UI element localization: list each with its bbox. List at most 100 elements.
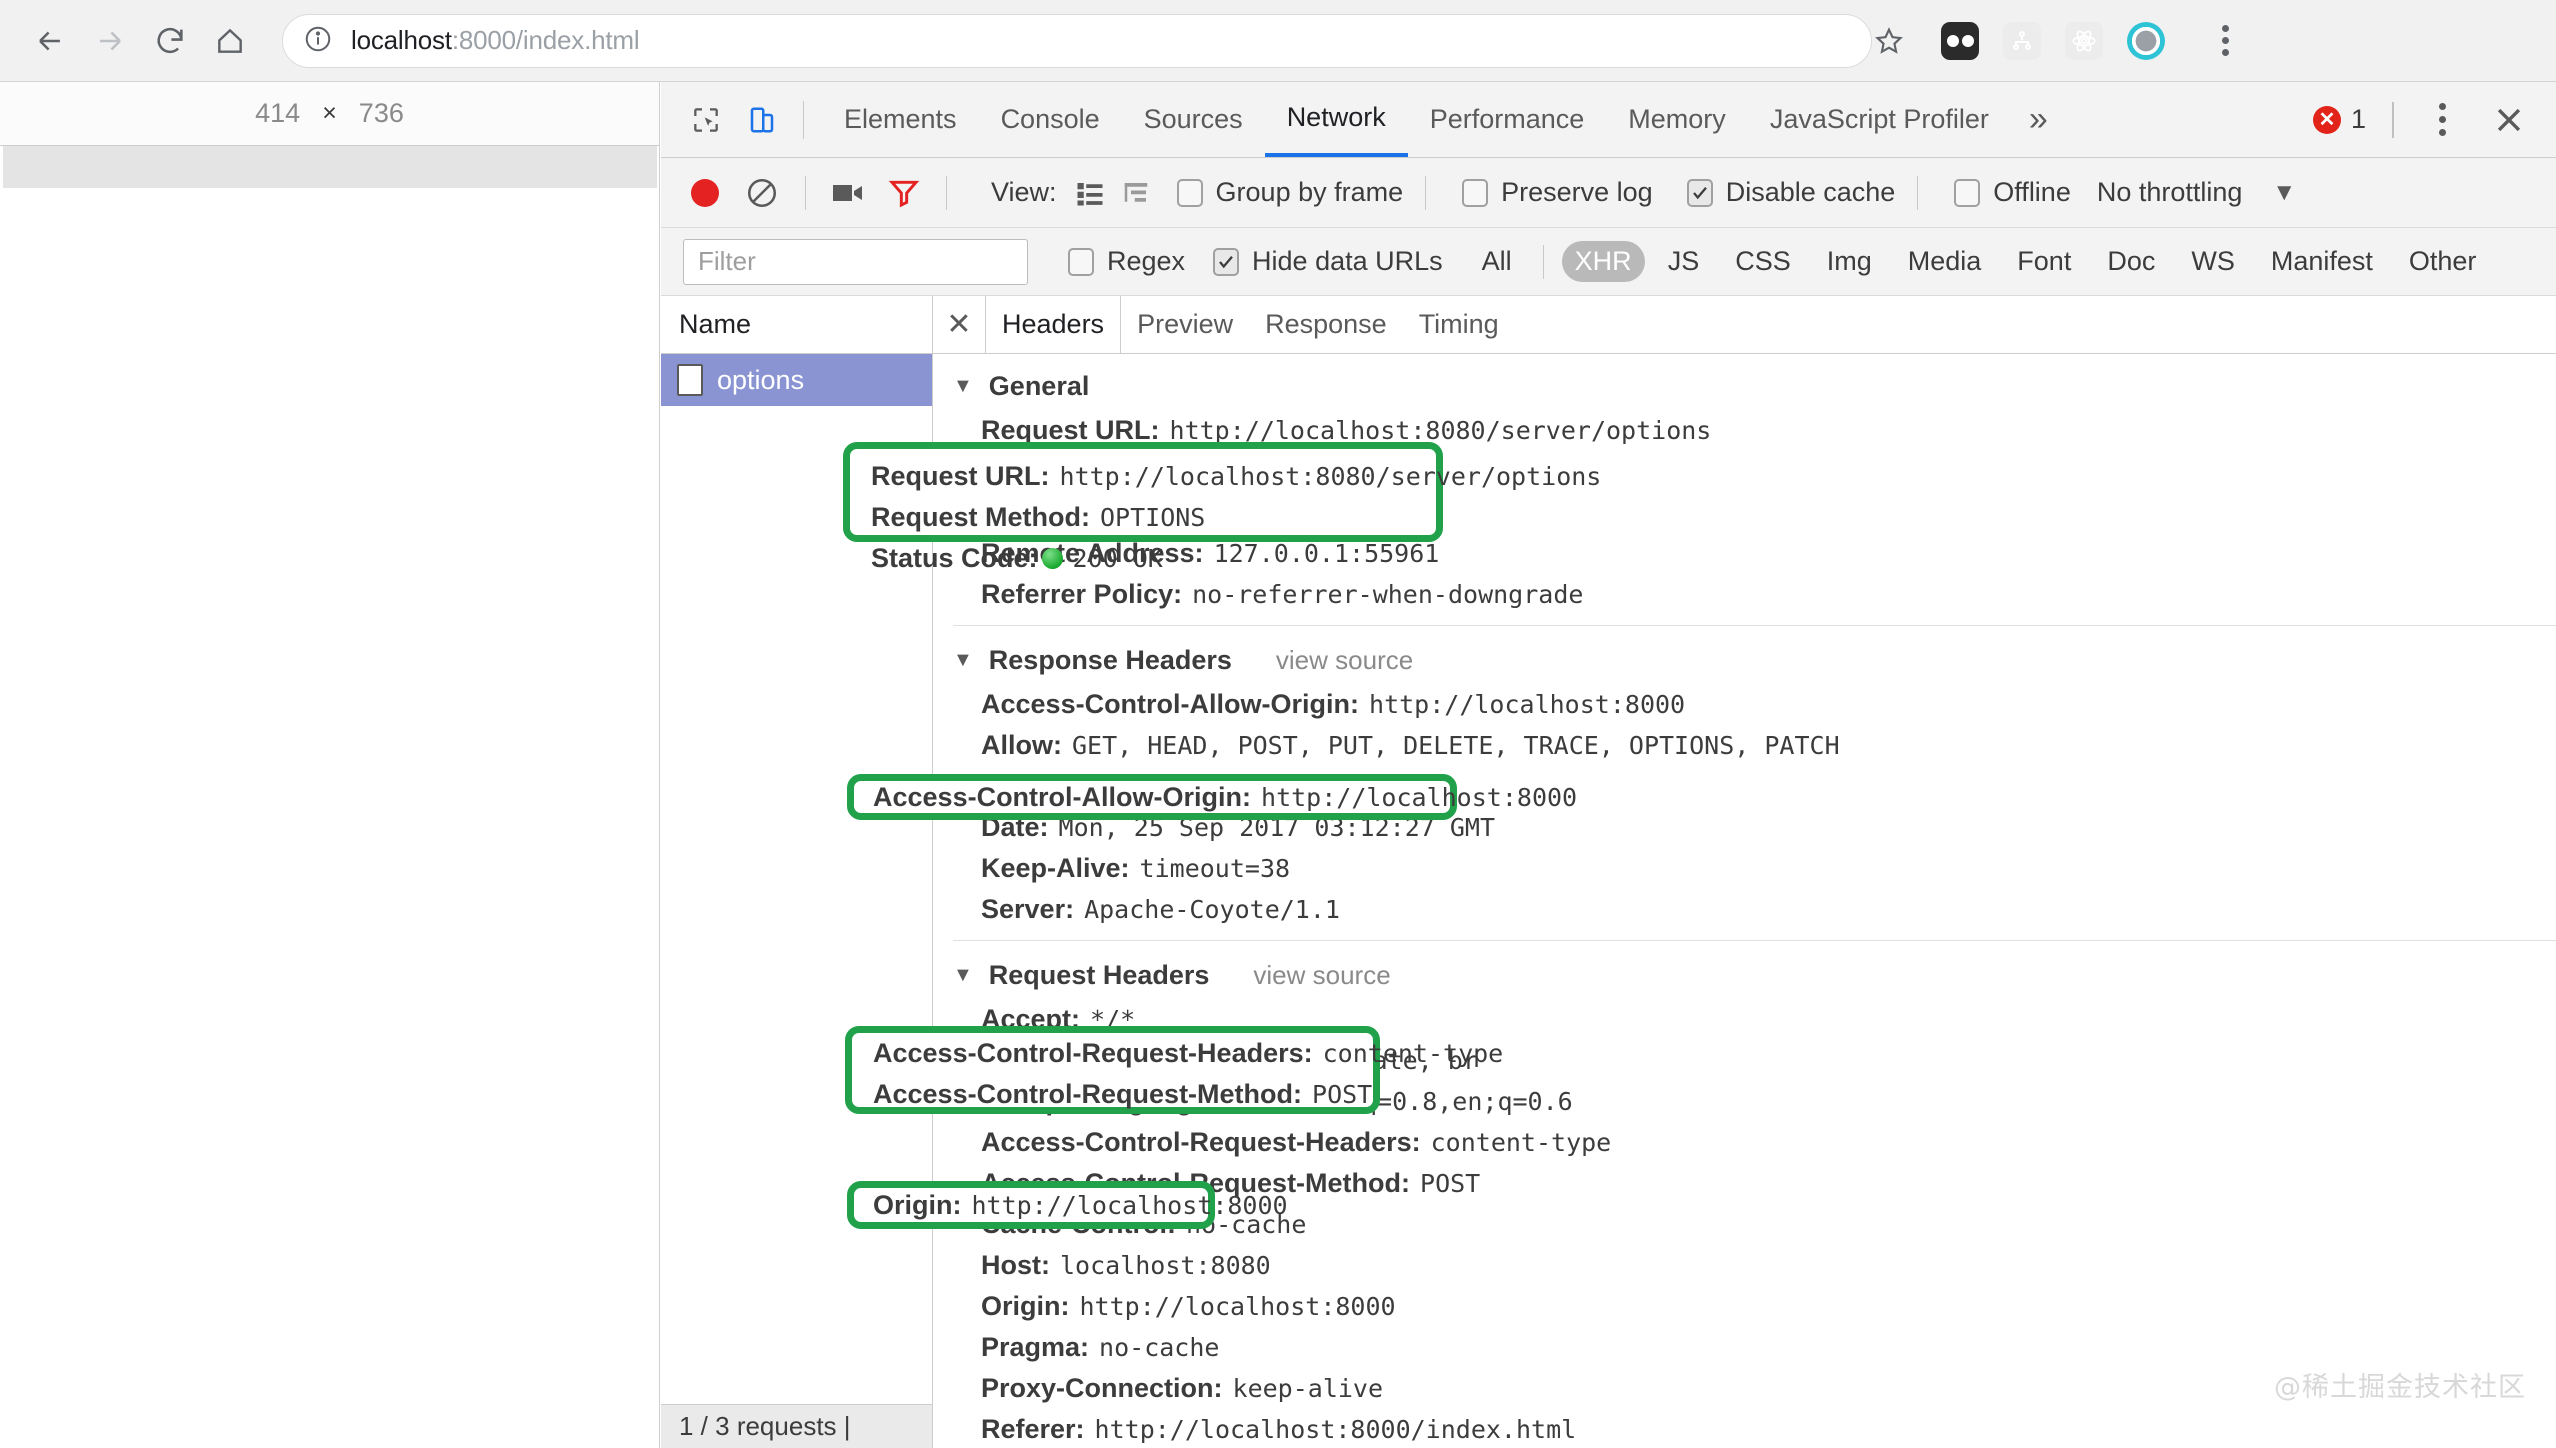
- device-size-separator: ×: [322, 99, 337, 127]
- collapse-triangle-icon: ▼: [953, 374, 973, 397]
- back-arrow-icon[interactable]: [22, 13, 78, 69]
- network-body: Name options 1 / 3 requests | ✕ Headers …: [661, 296, 2556, 1448]
- react-devtools-extension-icon[interactable]: [2064, 21, 2104, 61]
- filter-type-manifest[interactable]: Manifest: [2258, 241, 2386, 282]
- detail-tab-timing[interactable]: Timing: [1403, 296, 1515, 353]
- header-key: Request Method:: [871, 502, 1090, 532]
- close-devtools-icon[interactable]: [2484, 95, 2534, 145]
- tab-performance[interactable]: Performance: [1408, 82, 1607, 157]
- device-emulation-viewport: 414 × 736: [0, 82, 660, 1448]
- record-button-icon[interactable]: [691, 178, 719, 207]
- regex-checkbox[interactable]: Regex: [1068, 246, 1185, 277]
- sitemap-extension-icon[interactable]: [2002, 21, 2042, 61]
- filter-type-other[interactable]: Other: [2396, 241, 2490, 282]
- preserve-log-checkbox[interactable]: Preserve log: [1462, 177, 1653, 208]
- section-general-header[interactable]: ▼ General: [933, 362, 2556, 410]
- filter-type-list: XHR JS CSS Img Media Font Doc WS Manifes…: [1561, 241, 2490, 282]
- throttling-caret-icon[interactable]: ▼: [2272, 179, 2296, 207]
- extension-icons: [1940, 18, 2248, 64]
- highlight-acr-content: Access-Control-Request-Headers: content-…: [873, 1033, 1503, 1115]
- filter-type-font[interactable]: Font: [2004, 241, 2084, 282]
- filter-type-all[interactable]: All: [1469, 241, 1525, 282]
- header-row-referrer-policy: Referrer Policy: no-referrer-when-downgr…: [933, 574, 2556, 615]
- clear-requests-icon[interactable]: [741, 172, 783, 214]
- tab-javascript-profiler[interactable]: JavaScript Profiler: [1748, 82, 2011, 157]
- header-row-keep-alive: Keep-Alive: timeout=38: [933, 848, 2556, 889]
- collapse-triangle-icon: ▼: [953, 648, 973, 671]
- home-icon[interactable]: [202, 13, 258, 69]
- offline-box: [1954, 178, 1981, 207]
- list-view-icon[interactable]: [1071, 174, 1109, 212]
- toggle-device-toolbar-icon[interactable]: [739, 97, 785, 143]
- tabstrip-divider: [803, 100, 804, 139]
- postman-extension-icon[interactable]: [2126, 21, 2166, 61]
- group-by-frame-checkbox[interactable]: Group by frame: [1176, 177, 1403, 208]
- browser-menu-icon[interactable]: [2202, 18, 2248, 64]
- detail-tab-response[interactable]: Response: [1249, 296, 1403, 353]
- sitemap-glyph: [2003, 21, 2041, 60]
- detail-tab-preview[interactable]: Preview: [1121, 296, 1249, 353]
- header-key: Request URL:: [871, 461, 1050, 491]
- hide-data-urls-label: Hide data URLs: [1252, 246, 1443, 276]
- filter-type-doc[interactable]: Doc: [2094, 241, 2168, 282]
- group-by-frame-box: [1176, 178, 1203, 207]
- filter-type-xhr[interactable]: XHR: [1561, 241, 1645, 282]
- filter-type-media[interactable]: Media: [1895, 241, 1995, 282]
- address-bar[interactable]: localhost:8000/index.html: [282, 13, 1872, 68]
- header-value: http://localhost:8000: [1261, 783, 1578, 812]
- lastpass-extension-icon[interactable]: [1940, 21, 1980, 61]
- throttling-select[interactable]: No throttling: [2097, 177, 2243, 208]
- hide-data-urls-checkbox[interactable]: Hide data URLs: [1213, 246, 1443, 277]
- filter-funnel-icon[interactable]: [884, 173, 924, 213]
- right-controls-divider: [2392, 101, 2394, 138]
- page-info-icon[interactable]: [303, 24, 337, 58]
- tab-sources[interactable]: Sources: [1122, 82, 1265, 157]
- inspect-element-icon[interactable]: [683, 97, 729, 143]
- section-request-headers-header[interactable]: ▼ Request Headers view source: [933, 951, 2556, 999]
- header-key: Keep-Alive:: [981, 853, 1130, 883]
- disable-cache-checkbox[interactable]: Disable cache: [1686, 177, 1895, 208]
- response-view-source-link[interactable]: view source: [1276, 645, 1413, 676]
- header-key: Host:: [981, 1250, 1050, 1280]
- filter-input-placeholder: Filter: [698, 246, 756, 276]
- close-detail-icon[interactable]: ✕: [933, 296, 985, 353]
- header-value: http://localhost:8000/index.html: [1094, 1415, 1577, 1444]
- tab-console[interactable]: Console: [979, 82, 1122, 157]
- devtools-menu-icon[interactable]: [2420, 98, 2464, 142]
- filter-input[interactable]: Filter: [683, 238, 1028, 285]
- offline-checkbox[interactable]: Offline: [1954, 177, 2071, 208]
- filter-type-js[interactable]: JS: [1655, 241, 1713, 282]
- tab-memory[interactable]: Memory: [1606, 82, 1748, 157]
- request-view-source-link[interactable]: view source: [1253, 960, 1390, 991]
- filter-type-css[interactable]: CSS: [1722, 241, 1804, 282]
- url-host: localhost: [351, 25, 452, 55]
- header-value: timeout=38: [1139, 854, 1291, 883]
- request-detail-tabs: ✕ Headers Preview Response Timing: [933, 296, 2556, 354]
- bookmark-star-icon[interactable]: [1862, 14, 1916, 68]
- regex-box: [1068, 247, 1094, 276]
- section-request-headers-title: Request Headers: [988, 959, 1210, 990]
- tab-elements[interactable]: Elements: [822, 82, 979, 157]
- highlight-general-content: Request URL: http://localhost:8080/serve…: [871, 456, 1601, 579]
- reload-icon[interactable]: [142, 13, 198, 69]
- devtools-tab-list: Elements Console Sources Network Perform…: [822, 82, 2066, 157]
- toolbar-divider-3: [1425, 175, 1427, 210]
- header-key: Proxy-Connection:: [981, 1373, 1223, 1403]
- header-key: Access-Control-Request-Headers:: [873, 1038, 1313, 1068]
- waterfall-view-icon[interactable]: [1117, 174, 1155, 212]
- section-general-title: General: [988, 370, 1090, 401]
- more-tabs-chevron-icon[interactable]: »: [2011, 100, 2066, 139]
- header-value: content-type: [1430, 1128, 1612, 1157]
- tab-network[interactable]: Network: [1264, 82, 1408, 157]
- section-response-headers-header[interactable]: ▼ Response Headers view source: [933, 636, 2556, 684]
- error-count-badge[interactable]: ✕ 1: [2312, 104, 2366, 135]
- emulated-page-placeholder-block: [2, 146, 657, 188]
- detail-tab-headers[interactable]: Headers: [985, 296, 1122, 353]
- header-row-allow: Allow: GET, HEAD, POST, PUT, DELETE, TRA…: [933, 725, 2556, 766]
- preserve-log-box: [1462, 178, 1489, 207]
- filter-type-ws[interactable]: WS: [2178, 241, 2248, 282]
- filter-type-img[interactable]: Img: [1814, 241, 1885, 282]
- request-row-options[interactable]: options: [661, 354, 932, 406]
- capture-screenshots-icon[interactable]: [828, 173, 868, 213]
- header-value: content-type: [1322, 1039, 1504, 1068]
